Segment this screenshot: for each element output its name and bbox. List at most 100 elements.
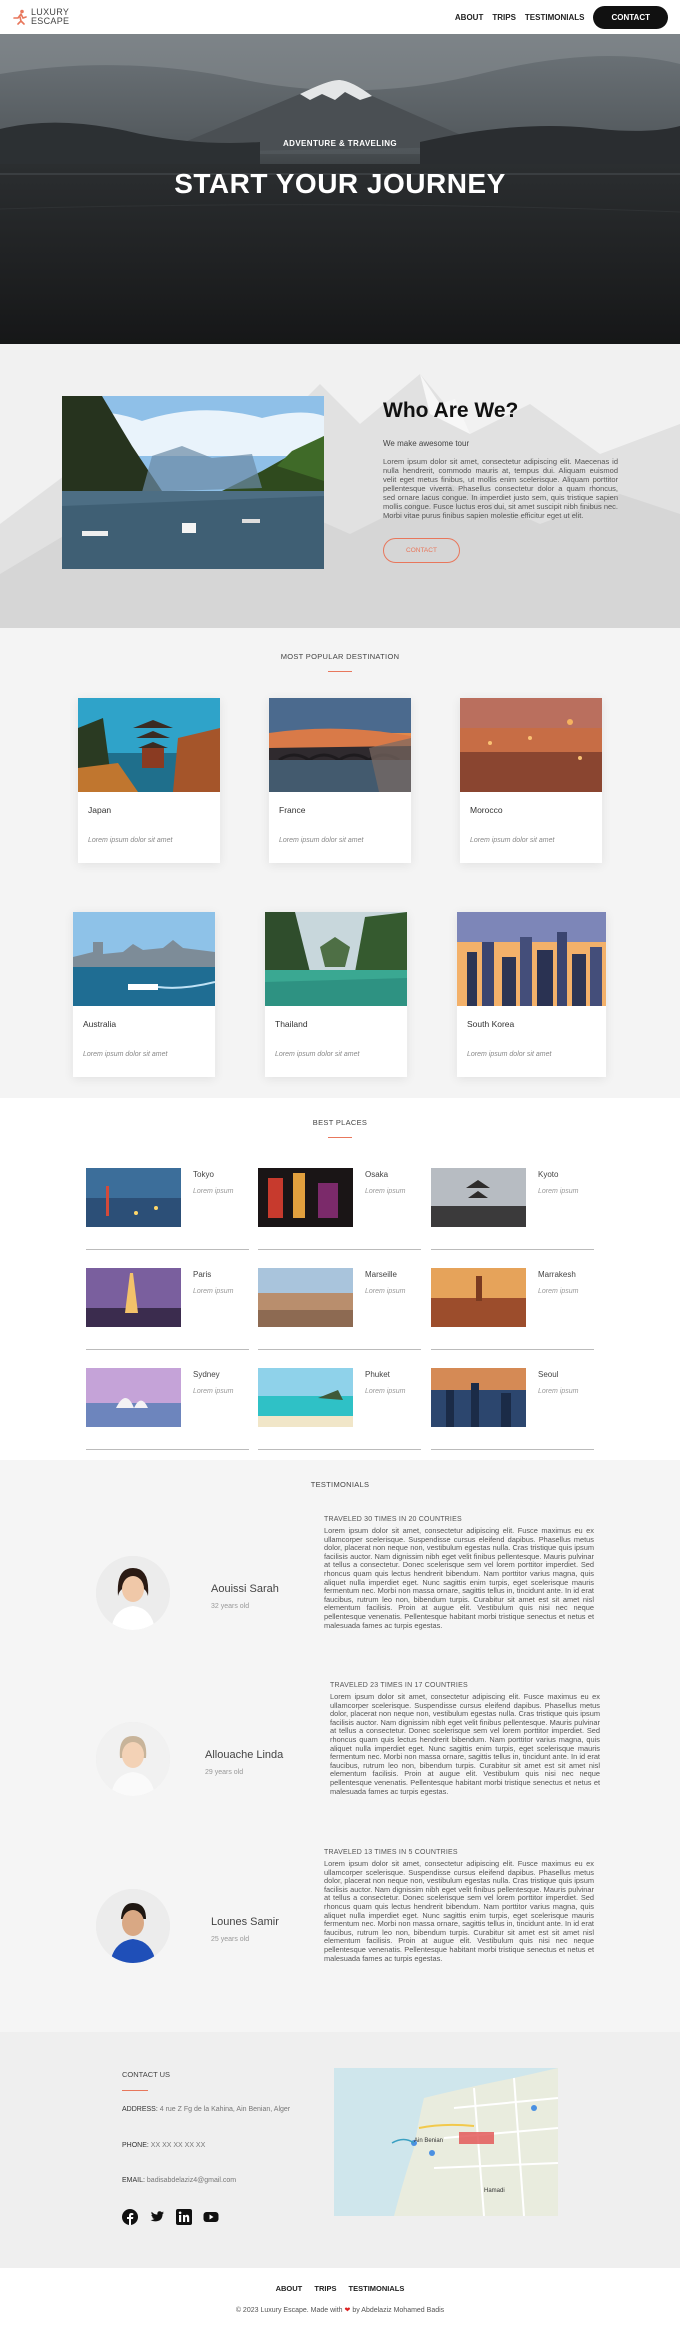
place-sydney[interactable]: Sydney Lorem ipsum [86, 1368, 249, 1450]
phone-value: XX XX XX XX XX [150, 2142, 206, 2149]
place-desc: Lorem ipsum [193, 1188, 234, 1195]
place-osaka[interactable]: Osaka Lorem ipsum [258, 1168, 421, 1250]
location-map[interactable]: Ain Benian Hamadi [334, 2068, 558, 2216]
destination-desc: Lorem ipsum dolor sit amet [470, 837, 555, 844]
testimonial-name: Lounes Samir [211, 1916, 279, 1928]
testimonial-age: 29 years old [205, 1769, 244, 1776]
paris-bridge-image [269, 698, 411, 792]
place-marrakesh[interactable]: Marrakesh Lorem ipsum [431, 1268, 594, 1350]
sydney-image [86, 1368, 181, 1427]
place-name: Seoul [538, 1370, 559, 1379]
destination-desc: Lorem ipsum dolor sit amet [467, 1051, 552, 1058]
facebook-icon[interactable] [122, 2209, 138, 2225]
nav-link-about[interactable]: ABOUT [455, 13, 483, 22]
nav-contact-button[interactable]: CONTACT [593, 5, 668, 29]
destination-card-japan[interactable]: Japan Lorem ipsum dolor sit amet [78, 698, 220, 863]
footer-links: ABOUT TRIPS TESTIMONIALS [0, 2268, 680, 2293]
place-name: Phuket [365, 1370, 390, 1379]
testimonial-text: Lorem ipsum dolor sit amet, consectetur … [330, 1692, 600, 1796]
place-name: Marrakesh [538, 1270, 576, 1279]
place-name: Marseille [365, 1270, 398, 1279]
fjord-boats-image [62, 396, 324, 569]
place-kyoto[interactable]: Kyoto Lorem ipsum [431, 1168, 594, 1250]
destination-card-morocco[interactable]: Morocco Lorem ipsum dolor sit amet [460, 698, 602, 863]
hero-section: ADVENTURE & TRAVELING START YOUR JOURNEY [0, 34, 680, 344]
footer-link-testimonials[interactable]: TESTIMONIALS [349, 2284, 405, 2293]
osaka-image [258, 1168, 353, 1227]
map-label-ain-benian: Ain Benian [414, 2138, 444, 2144]
place-name: Osaka [365, 1170, 389, 1179]
destination-name: Japan [88, 805, 112, 815]
sydney-harbour-image [73, 912, 215, 1006]
place-desc: Lorem ipsum [365, 1188, 406, 1195]
hero-subtitle: ADVENTURE & TRAVELING [282, 139, 398, 148]
title-divider [122, 2090, 148, 2091]
place-name: Tokyo [193, 1170, 214, 1179]
testimonial-text: Lorem ipsum dolor sit amet, consectetur … [324, 1859, 594, 1963]
destination-desc: Lorem ipsum dolor sit amet [279, 837, 364, 844]
email-value[interactable]: badisabdelaziz4@gmail.com [147, 2177, 236, 2184]
nav-link-trips[interactable]: TRIPS [492, 13, 516, 22]
avatar [96, 1556, 170, 1630]
testimonial-age: 32 years old [211, 1603, 250, 1610]
contact-address: ADDRESS: 4 rue Z Fg de la Kahina, Ain Be… [122, 2106, 290, 2113]
hero-content: ADVENTURE & TRAVELING START YOUR JOURNEY [0, 139, 680, 200]
place-name: Paris [193, 1270, 212, 1279]
paris-image [86, 1268, 181, 1327]
phone-label: PHONE: [122, 2142, 149, 2149]
brand-line-2: ESCAPE [31, 16, 70, 26]
destinations-title: MOST POPULAR DESTINATION [280, 652, 400, 661]
testimonial-name: Allouache Linda [205, 1749, 284, 1761]
testimonial-headline: TRAVELED 23 TIMES IN 17 COUNTRIES [330, 1682, 468, 1689]
about-lead: We make awesome tour [383, 439, 470, 448]
nav-link-testimonials[interactable]: TESTIMONIALS [525, 13, 585, 22]
contact-title: CONTACT US [122, 2070, 171, 2079]
brand-logo[interactable]: LUXURY ESCAPE [12, 8, 69, 26]
place-desc: Lorem ipsum [193, 1288, 234, 1295]
contact-email: EMAIL: badisabdelaziz4@gmail.com [122, 2177, 236, 2184]
address-label: ADDRESS: [122, 2106, 158, 2113]
about-contact-button[interactable]: CONTACT [383, 538, 460, 563]
copyright: © 2023 Luxury Escape. Made with ❤ by Abd… [0, 2306, 680, 2314]
testimonials-title: TESTIMONIALS [310, 1480, 370, 1489]
best-places-title: BEST PLACES [312, 1118, 368, 1127]
destination-card-france[interactable]: France Lorem ipsum dolor sit amet [269, 698, 411, 863]
place-desc: Lorem ipsum [538, 1388, 579, 1395]
marrakesh-image [431, 1268, 526, 1327]
about-text: Who Are We? We make awesome tour Lorem i… [383, 399, 618, 563]
destination-card-australia[interactable]: Australia Lorem ipsum dolor sit amet [73, 912, 215, 1077]
destination-card-thailand[interactable]: Thailand Lorem ipsum dolor sit amet [265, 912, 407, 1077]
phuket-image [258, 1368, 353, 1427]
place-paris[interactable]: Paris Lorem ipsum [86, 1268, 249, 1350]
marseille-image [258, 1268, 353, 1327]
address-value: 4 rue Z Fg de la Kahina, Ain Benian, Alg… [159, 2106, 291, 2113]
testimonial-headline: TRAVELED 30 TIMES IN 20 COUNTRIES [324, 1516, 462, 1523]
place-marseille[interactable]: Marseille Lorem ipsum [258, 1268, 421, 1350]
destination-name: Thailand [275, 1019, 308, 1029]
avatar [96, 1889, 170, 1963]
testimonial-headline: TRAVELED 13 TIMES IN 5 COUNTRIES [324, 1849, 458, 1856]
place-desc: Lorem ipsum [365, 1288, 406, 1295]
about-body: Lorem ipsum dolor sit amet, consectetur … [383, 457, 618, 520]
footer-link-trips[interactable]: TRIPS [314, 2284, 336, 2293]
destinations-section: MOST POPULAR DESTINATION Japan Lorem ips… [0, 628, 680, 1098]
testimonial-name: Aouissi Sarah [211, 1583, 279, 1595]
testimonial-text: Lorem ipsum dolor sit amet, consectetur … [324, 1526, 594, 1630]
linkedin-icon[interactable] [176, 2209, 192, 2225]
twitter-icon[interactable] [149, 2209, 165, 2225]
destination-card-south-korea[interactable]: South Korea Lorem ipsum dolor sit amet [457, 912, 606, 1077]
footer-link-about[interactable]: ABOUT [276, 2284, 303, 2293]
email-label: EMAIL: [122, 2177, 145, 2184]
place-phuket[interactable]: Phuket Lorem ipsum [258, 1368, 421, 1450]
place-seoul[interactable]: Seoul Lorem ipsum [431, 1368, 594, 1450]
about-section: Who Are We? We make awesome tour Lorem i… [0, 344, 680, 628]
top-nav: LUXURY ESCAPE ABOUT TRIPS TESTIMONIALS C… [0, 0, 680, 34]
testimonial-age: 25 years old [211, 1936, 250, 1943]
kyoto-image [431, 1168, 526, 1227]
avatar [96, 1722, 170, 1796]
thailand-bay-image [265, 912, 407, 1006]
heart-icon: ❤ [344, 2307, 351, 2314]
place-tokyo[interactable]: Tokyo Lorem ipsum [86, 1168, 249, 1250]
youtube-icon[interactable] [203, 2209, 219, 2225]
best-places-section: BEST PLACES Tokyo Lorem ipsum Osaka Lore… [0, 1098, 680, 1460]
